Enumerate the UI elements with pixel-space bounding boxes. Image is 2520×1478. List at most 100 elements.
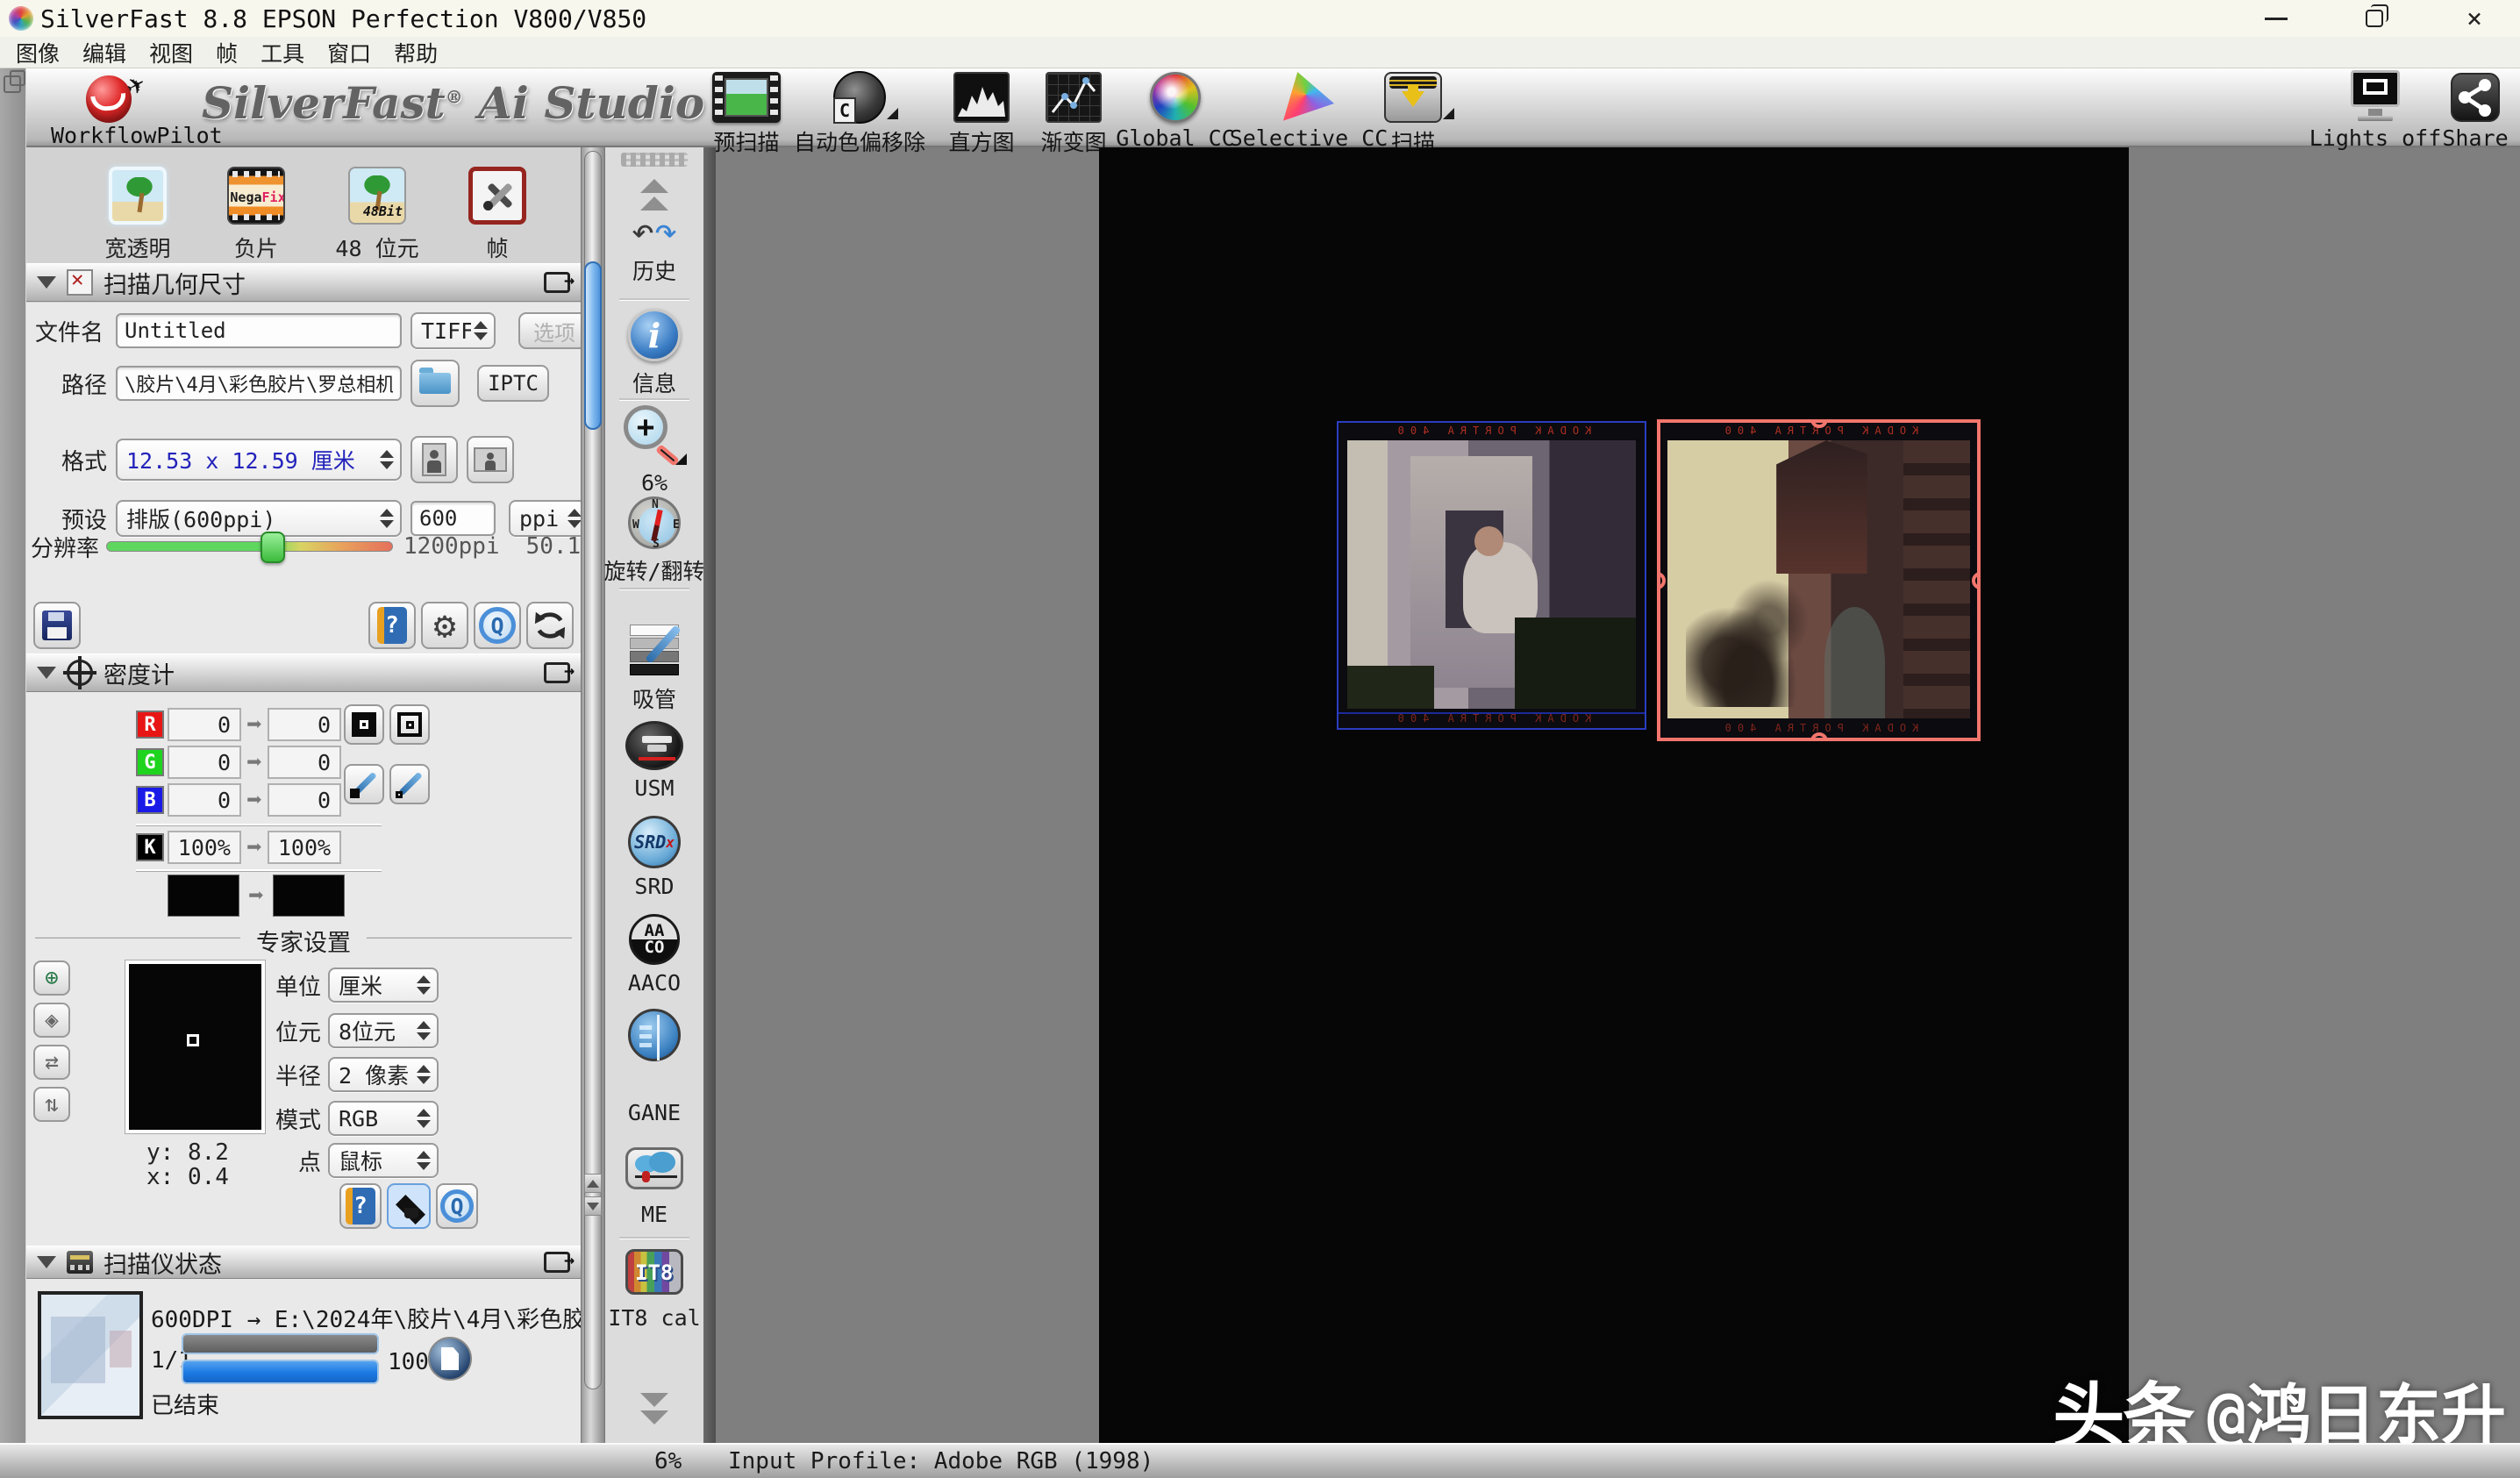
global-cc-icon — [1150, 72, 1201, 123]
film-frame-1[interactable]: KODAK PORTRA 400 KODAK PORTRA 400 — [1337, 421, 1646, 730]
point-dropdown[interactable]: 鼠标 — [328, 1143, 439, 1178]
color-before-swatch — [168, 875, 239, 917]
rail-tool-usm[interactable]: USM — [605, 721, 703, 801]
channel-k-chip: K — [136, 833, 164, 861]
share-button[interactable]: Share — [2401, 70, 2520, 151]
fit-view-button[interactable]: ◈ — [33, 1003, 70, 1038]
close-icon: × — [2466, 4, 2482, 34]
scan-button[interactable]: 扫描 — [1339, 70, 1488, 157]
minimize-button[interactable] — [2245, 0, 2307, 37]
browse-folder-button[interactable] — [410, 360, 460, 407]
unit-dropdown[interactable]: 厘米 — [328, 967, 439, 1003]
help-button[interactable]: ? — [368, 602, 416, 649]
expert-video-button[interactable]: Q — [436, 1183, 478, 1229]
rail-scroll-up-button[interactable] — [640, 179, 668, 211]
white-pipette-button[interactable] — [389, 764, 430, 804]
video-help-button[interactable]: Q — [474, 602, 521, 649]
expert-help-button[interactable]: ? — [339, 1183, 382, 1229]
workflow-pilot-button[interactable]: ✈ — [86, 72, 137, 123]
iptc-button[interactable]: IPTC — [477, 365, 549, 402]
rail-tool-aaco[interactable]: AACO AACO — [605, 914, 703, 996]
scrollbar-up-button[interactable] — [584, 1174, 602, 1193]
save-settings-button[interactable] — [33, 602, 81, 649]
detach-panel-icon[interactable] — [544, 1252, 570, 1273]
global-cc-button[interactable]: Global CC — [1101, 70, 1250, 151]
menu-frame[interactable]: 帧 — [216, 37, 238, 68]
frame-handle-left[interactable] — [1657, 572, 1666, 589]
auto-color-cast-icon: C — [833, 71, 886, 124]
rail-tool-srd[interactable]: SRDx SRD — [605, 816, 703, 899]
densitometer-title: 密度计 — [104, 656, 175, 690]
bit-dropdown[interactable]: 8位元 — [328, 1013, 439, 1048]
frame-handle-right[interactable] — [1972, 572, 1981, 589]
white-point-button[interactable] — [389, 704, 430, 745]
rail-tool-gane[interactable]: GANE — [605, 1009, 703, 1125]
frame-type-negative[interactable]: NegaFix 负片 — [208, 167, 304, 263]
film-frame-2-active[interactable]: KODAK PORTRA 400 KODAK PORTRA 400 — [1657, 419, 1981, 741]
black-pipette-icon — [349, 769, 379, 799]
resolution-slider[interactable] — [106, 541, 393, 552]
flip-vertical-button[interactable]: ⇅ — [33, 1087, 70, 1122]
rail-grip-handle[interactable] — [621, 153, 688, 167]
flip-horizontal-button[interactable]: ⇄ — [33, 1045, 70, 1080]
menu-window[interactable]: 窗口 — [327, 37, 371, 68]
filetype-dropdown[interactable]: TIFF — [410, 312, 496, 349]
save-icon — [42, 610, 72, 640]
detach-panel-icon[interactable] — [544, 662, 570, 683]
open-file-button[interactable] — [428, 1337, 472, 1381]
rail-tool-rotate-flip[interactable]: N E S W 旋转/翻转 — [605, 496, 703, 586]
path-input[interactable] — [116, 366, 402, 401]
preview-canvas[interactable]: KODAK PORTRA 400 KODAK PORTRA 400 KODAK … — [1099, 147, 2129, 1443]
menu-edit[interactable]: 编辑 — [82, 37, 126, 68]
close-button[interactable]: × — [2444, 0, 2505, 37]
restore-panel-icon[interactable] — [4, 75, 21, 93]
tool-rail: ↶↷ 历史 i 信息 + 6% N E S W 旋转/翻转 — [605, 147, 703, 1443]
densitometer-section-header[interactable]: 密度计 — [26, 653, 581, 692]
scrollbar-thumb[interactable] — [584, 261, 602, 430]
menu-image[interactable]: 图像 — [16, 37, 60, 68]
rail-tool-zoom[interactable]: + 6% — [605, 405, 703, 496]
menu-help[interactable]: 帮助 — [394, 37, 438, 68]
black-point-button[interactable] — [344, 704, 384, 745]
mode-dropdown[interactable]: RGB — [328, 1101, 439, 1136]
densi-b-before: 0 — [168, 783, 241, 817]
film-photo-1 — [1347, 440, 1636, 709]
frame-handle-bottom[interactable] — [1810, 732, 1828, 741]
reset-button[interactable] — [526, 602, 574, 649]
format-dropdown[interactable]: 12.53 x 12.59 厘米 — [116, 439, 402, 481]
panel-scrollbar[interactable] — [581, 147, 605, 1443]
scan-section-header[interactable]: ✕ 扫描几何尺寸 — [26, 263, 581, 302]
densi-k-after: 100% — [268, 831, 341, 864]
pixel-zoom-view[interactable] — [125, 960, 265, 1133]
expert-mode-button[interactable] — [387, 1183, 431, 1229]
divider — [136, 824, 382, 825]
portrait-orientation-button[interactable] — [410, 436, 458, 483]
black-pipette-button[interactable] — [344, 764, 384, 804]
rail-tool-me[interactable]: ME — [605, 1147, 703, 1227]
rail-scroll-down-button[interactable] — [640, 1393, 668, 1424]
detach-panel-icon[interactable] — [544, 272, 570, 293]
scanner-status-header[interactable]: 扫描仪状态 — [26, 1246, 581, 1279]
scrollbar-down-button[interactable] — [584, 1196, 602, 1216]
rail-tool-history[interactable]: ↶↷ 历史 — [605, 214, 703, 286]
menu-view[interactable]: 视图 — [149, 37, 193, 68]
arrow-icon: ➡ — [246, 832, 262, 863]
rail-tool-it8[interactable]: IT8 IT8 cal — [605, 1249, 703, 1331]
rail-tool-info[interactable]: i 信息 — [605, 309, 703, 398]
fit-icon: ◈ — [45, 1007, 59, 1033]
filename-input[interactable] — [116, 313, 402, 348]
divider — [619, 398, 689, 400]
settings-button[interactable]: ⚙ — [421, 602, 468, 649]
scan-thumbnail[interactable] — [38, 1291, 143, 1419]
menu-tools[interactable]: 工具 — [261, 37, 304, 68]
resolution-slider-thumb[interactable] — [261, 532, 285, 563]
restore-button[interactable] — [2344, 0, 2405, 37]
frame-type-frame[interactable]: 帧 — [449, 167, 546, 263]
frame-type-transparency[interactable]: 宽透明 — [89, 167, 186, 263]
rail-tool-pipette[interactable]: 吸管 — [605, 623, 703, 714]
expand-zoom-button[interactable]: ⊕ — [33, 960, 70, 996]
options-button[interactable]: 选项 — [518, 312, 590, 349]
landscape-orientation-button[interactable] — [467, 436, 514, 483]
radius-dropdown[interactable]: 2 像素 — [328, 1057, 439, 1092]
frame-type-48bit[interactable]: 48Bit 48 位元 — [329, 167, 425, 263]
